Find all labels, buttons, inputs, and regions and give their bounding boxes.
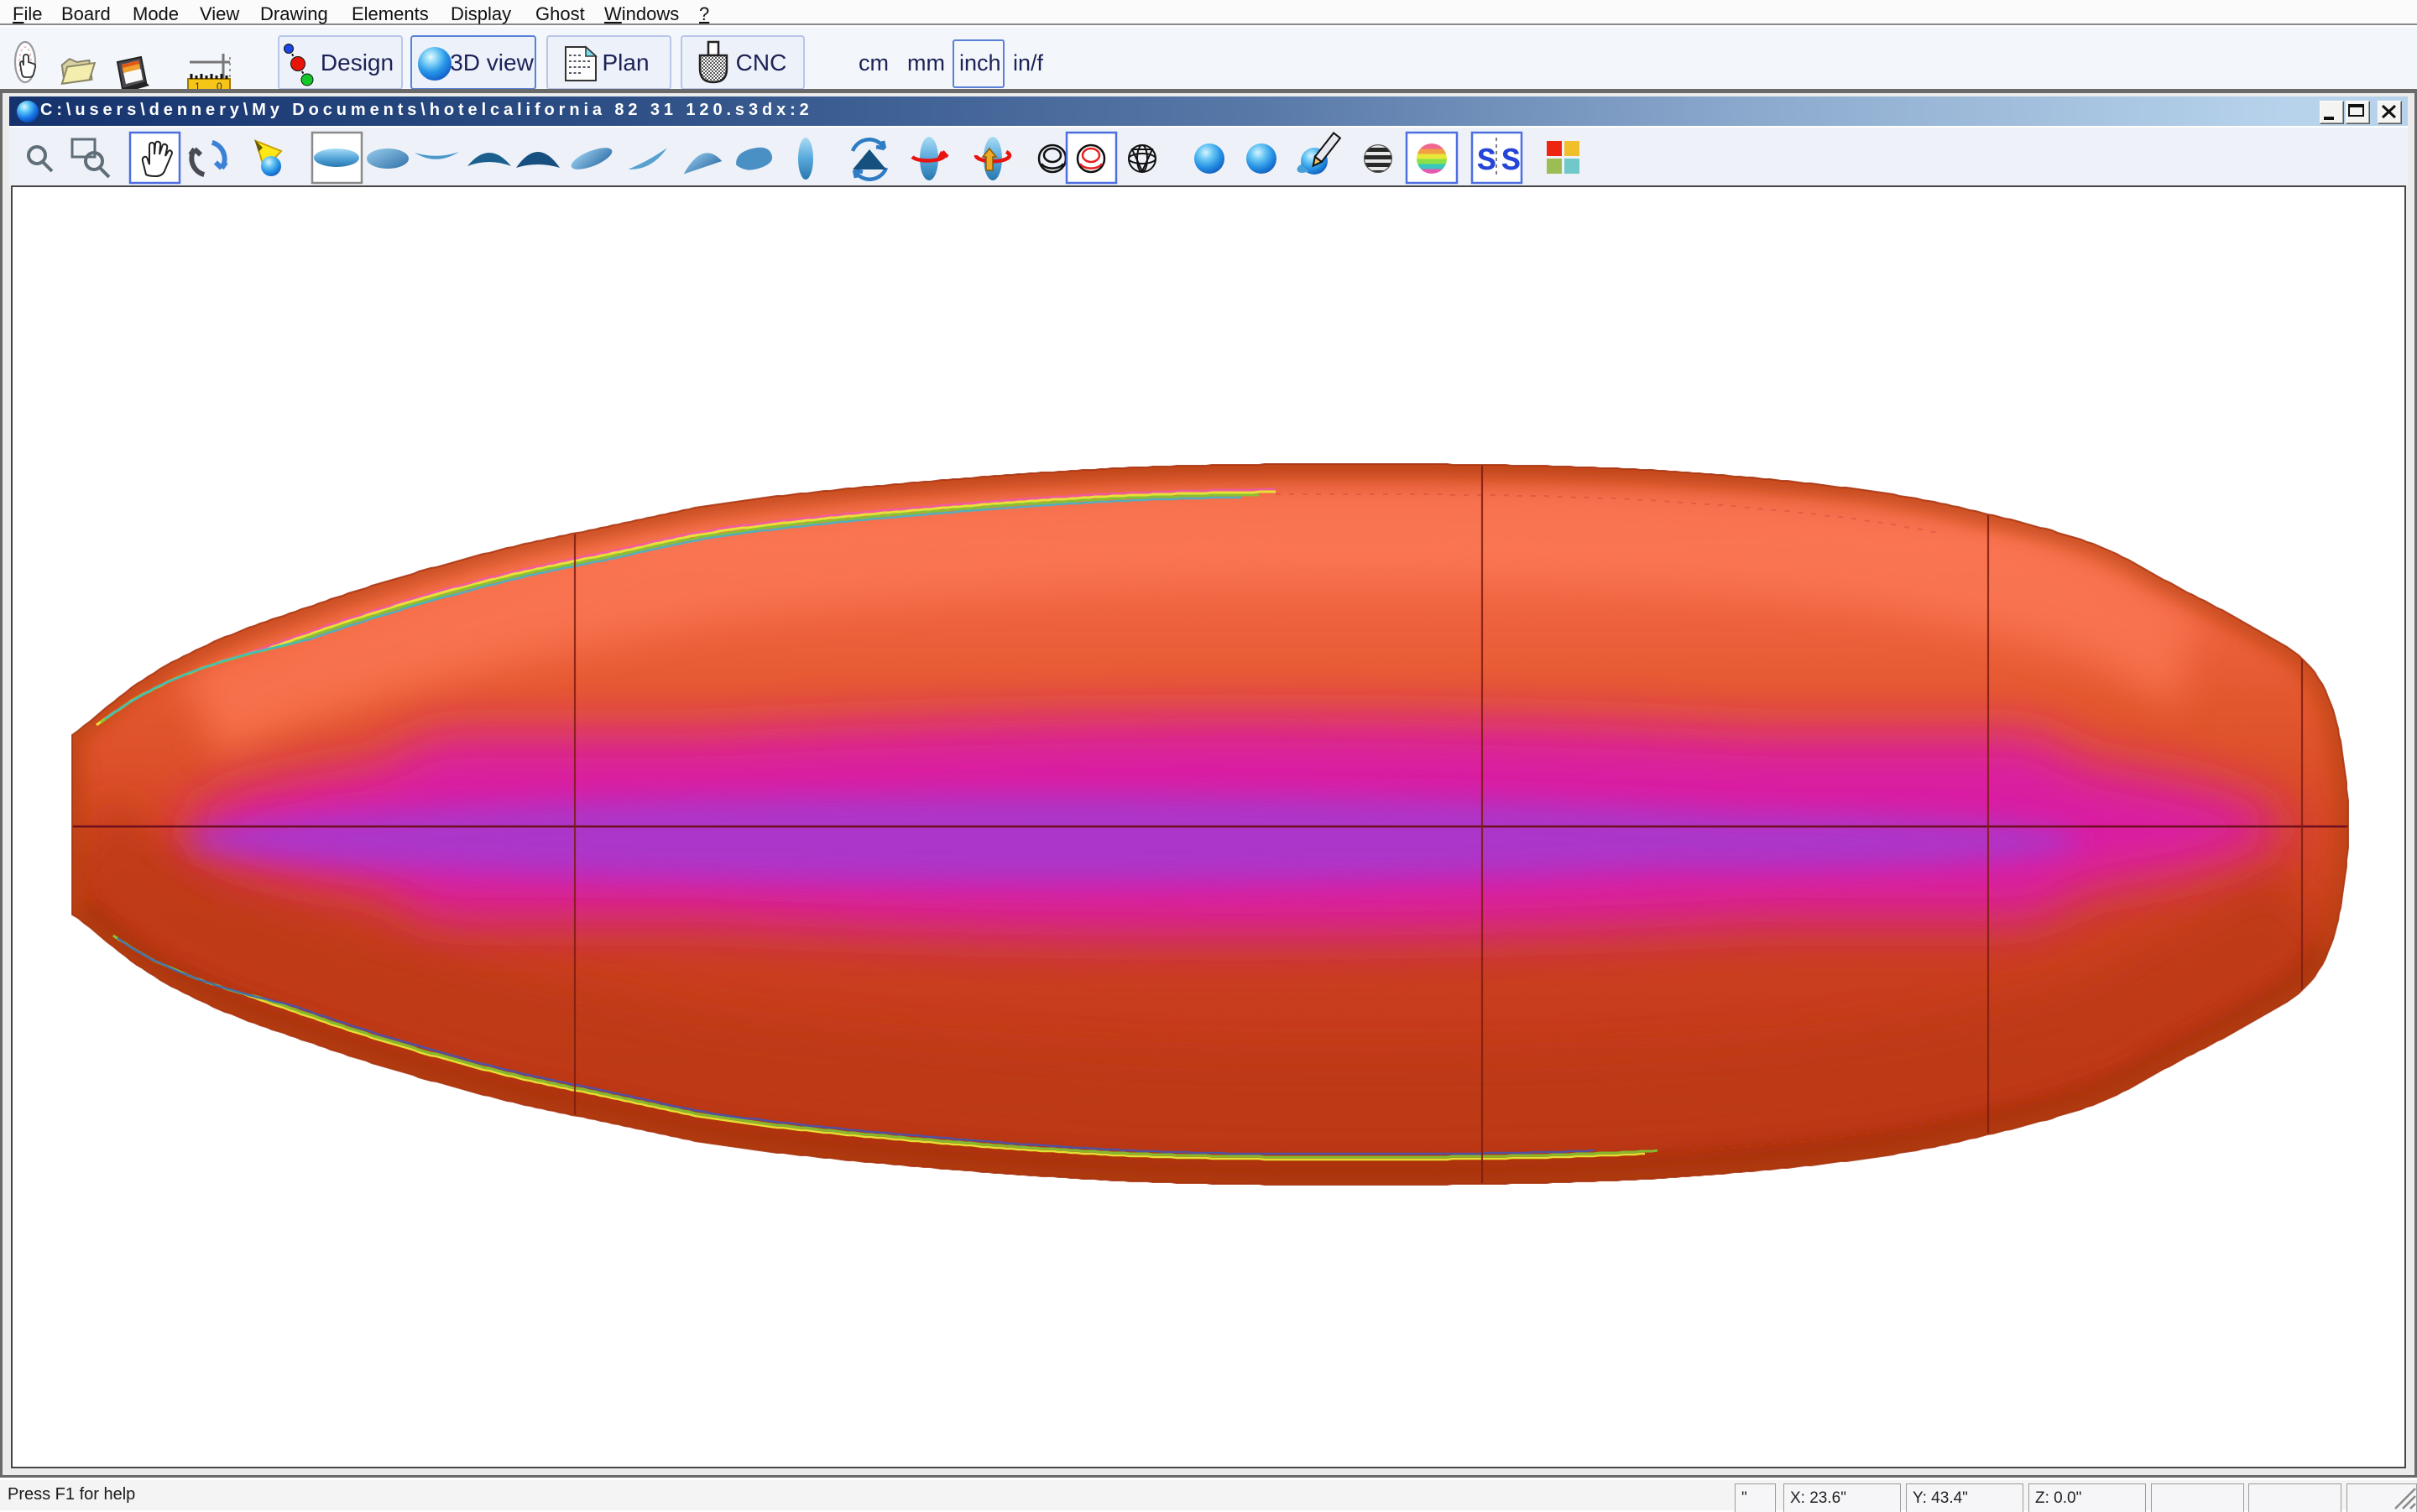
svg-text:0: 0: [217, 81, 222, 89]
svg-text:S: S: [1501, 143, 1521, 180]
svg-text:1: 1: [195, 81, 201, 89]
svg-text:S: S: [1477, 143, 1496, 180]
